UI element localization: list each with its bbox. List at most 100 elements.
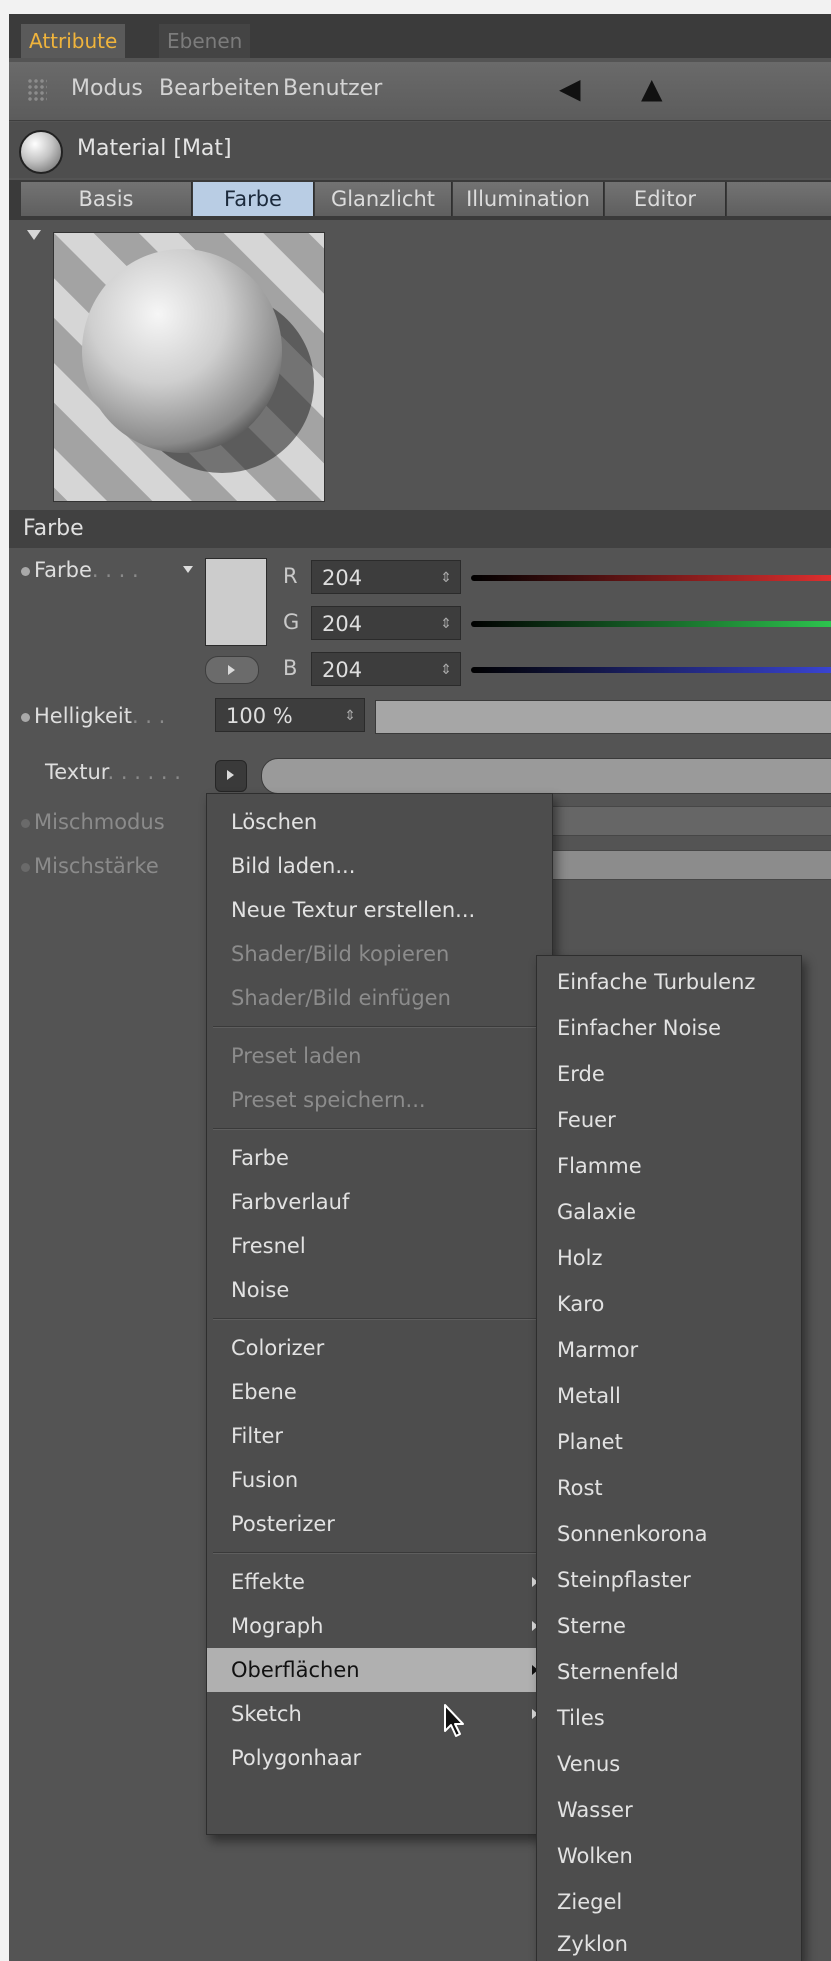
texture-slot[interactable]	[261, 758, 831, 794]
blue-value: 204	[322, 658, 363, 682]
tab-attribute[interactable]: Attribute	[21, 24, 126, 58]
red-value: 204	[322, 566, 363, 590]
param-helligkeit-label[interactable]: Helligkeit. . .	[21, 704, 165, 728]
submenu-item[interactable]: Flamme	[537, 1144, 801, 1188]
channel-r-label: R	[283, 564, 298, 588]
submenu-item[interactable]: Planet	[537, 1420, 801, 1464]
subtab-glanzlicht[interactable]: Glanzlicht	[315, 182, 452, 216]
submenu-item[interactable]: Sternenfeld	[537, 1650, 801, 1694]
spinner-icon[interactable]: ⇕	[344, 699, 356, 733]
menu-item-loeschen[interactable]: Löschen	[207, 800, 552, 844]
material-preview[interactable]	[53, 232, 325, 502]
channel-g-label: G	[283, 610, 300, 634]
menu-benutzer[interactable]: Benutzer	[283, 76, 382, 101]
submenu-item[interactable]: Steinpflaster	[537, 1558, 801, 1602]
menu-item-noise[interactable]: Noise	[207, 1268, 552, 1312]
color-mode-dropdown-icon[interactable]	[183, 566, 193, 573]
red-value-field[interactable]: 204 ⇕	[311, 560, 461, 594]
spinner-icon[interactable]: ⇕	[440, 561, 452, 595]
menu-separator	[213, 1318, 546, 1320]
subtab-illumination[interactable]: Illumination	[453, 182, 604, 216]
grip-icon[interactable]	[27, 78, 47, 102]
menu-item-colorizer[interactable]: Colorizer	[207, 1326, 552, 1370]
section-title: Farbe	[23, 516, 84, 541]
subtab-more[interactable]	[727, 182, 831, 216]
menu-item-neue-textur[interactable]: Neue Textur erstellen...	[207, 888, 552, 932]
menu-item-preset-laden: Preset laden	[231, 1044, 362, 1068]
menu-bearbeiten[interactable]: Bearbeiten	[159, 76, 280, 101]
red-slider[interactable]	[471, 575, 831, 581]
menu-item-farbverlauf[interactable]: Farbverlauf	[207, 1180, 552, 1224]
blue-slider[interactable]	[471, 667, 831, 673]
channel-b-label: B	[283, 656, 298, 680]
param-farbe-label[interactable]: Farbe. . . .	[21, 558, 139, 582]
texture-menu-button[interactable]	[215, 760, 247, 792]
tab-ebenen[interactable]: Ebenen	[159, 24, 251, 58]
submenu-item[interactable]: Sonnenkorona	[537, 1512, 801, 1556]
submenu-item[interactable]: Tiles	[537, 1696, 801, 1740]
menu-item-ebene[interactable]: Ebene	[207, 1370, 552, 1414]
color-picker-button[interactable]	[205, 656, 259, 684]
menu-item-sketch-label: Sketch	[231, 1702, 302, 1726]
submenu-item[interactable]: Metall	[537, 1374, 801, 1418]
menu-item-polygonhaar[interactable]: Polygonhaar	[207, 1736, 552, 1780]
submenu-item[interactable]: Marmor	[537, 1328, 801, 1372]
menu-separator	[213, 1026, 546, 1028]
param-textur-label[interactable]: Textur. . . . . .	[45, 760, 181, 784]
menu-item-effekte[interactable]: Effekte	[207, 1560, 552, 1604]
submenu-item[interactable]: Rost	[537, 1466, 801, 1510]
menu-item-posterizer[interactable]: Posterizer	[207, 1502, 552, 1546]
submenu-item[interactable]: Galaxie	[537, 1190, 801, 1234]
helligkeit-value: 100 %	[226, 704, 293, 728]
submenu-item[interactable]: Holz	[537, 1236, 801, 1280]
material-sphere-icon	[19, 130, 63, 174]
submenu-item[interactable]: Einfacher Noise	[537, 1006, 801, 1050]
menu-item-sketch[interactable]: Sketch	[207, 1692, 552, 1736]
submenu-item[interactable]: Venus	[537, 1742, 801, 1786]
texture-context-menu: Löschen Bild laden... Neue Textur erstel…	[206, 793, 553, 1835]
submenu-item[interactable]: Einfache Turbulenz	[537, 960, 801, 1004]
submenu-item[interactable]: Sterne	[537, 1604, 801, 1648]
helligkeit-value-field[interactable]: 100 % ⇕	[215, 698, 365, 732]
menu-modus[interactable]: Modus	[71, 76, 143, 101]
mischstaerke-slider	[549, 850, 831, 880]
preview-collapse-icon[interactable]	[27, 230, 41, 240]
spinner-icon[interactable]: ⇕	[440, 653, 452, 687]
menu-item-oberflaechen-label: Oberflächen	[231, 1658, 360, 1682]
submenu-item[interactable]: Erde	[537, 1052, 801, 1096]
submenu-item[interactable]: Ziegel	[537, 1880, 801, 1924]
spinner-icon[interactable]: ⇕	[440, 607, 452, 641]
menu-item-shader-einfuegen: Shader/Bild einfügen	[231, 986, 451, 1010]
play-icon	[228, 665, 235, 675]
helligkeit-slider[interactable]	[375, 700, 831, 734]
submenu-item[interactable]: Zyklon	[537, 1922, 801, 1961]
menu-item-bild-laden[interactable]: Bild laden...	[207, 844, 552, 888]
subtab-farbe[interactable]: Farbe	[193, 182, 314, 216]
leader-dots: . . . .	[91, 558, 139, 582]
oberflaechen-submenu: Einfache Turbulenz Einfacher Noise Erde …	[536, 955, 802, 1961]
menu-item-filter[interactable]: Filter	[207, 1414, 552, 1458]
menu-item-farbe[interactable]: Farbe	[207, 1136, 552, 1180]
menu-item-mograph[interactable]: Mograph	[207, 1604, 552, 1648]
keyframe-dot-icon[interactable]	[21, 712, 30, 722]
submenu-item[interactable]: Karo	[537, 1282, 801, 1326]
submenu-item[interactable]: Wolken	[537, 1834, 801, 1878]
blue-value-field[interactable]: 204 ⇕	[311, 652, 461, 686]
menu-item-fresnel[interactable]: Fresnel	[207, 1224, 552, 1268]
subtab-basis[interactable]: Basis	[21, 182, 192, 216]
mouse-pointer-icon	[444, 1704, 464, 1737]
menu-item-oberflaechen[interactable]: Oberflächen	[207, 1648, 552, 1692]
menu-item-fusion[interactable]: Fusion	[207, 1458, 552, 1502]
submenu-item[interactable]: Feuer	[537, 1098, 801, 1142]
back-arrow-icon[interactable]: ◀	[559, 72, 581, 105]
keyframe-dot-icon[interactable]	[21, 566, 30, 576]
up-arrow-icon[interactable]: ▲	[641, 72, 663, 105]
submenu-item[interactable]: Wasser	[537, 1788, 801, 1832]
green-slider[interactable]	[471, 621, 831, 627]
green-value: 204	[322, 612, 363, 636]
param-helligkeit-text: Helligkeit	[34, 704, 132, 728]
subtab-editor[interactable]: Editor	[605, 182, 726, 216]
color-swatch[interactable]	[205, 558, 267, 646]
keyframe-dot-icon	[21, 862, 30, 872]
green-value-field[interactable]: 204 ⇕	[311, 606, 461, 640]
